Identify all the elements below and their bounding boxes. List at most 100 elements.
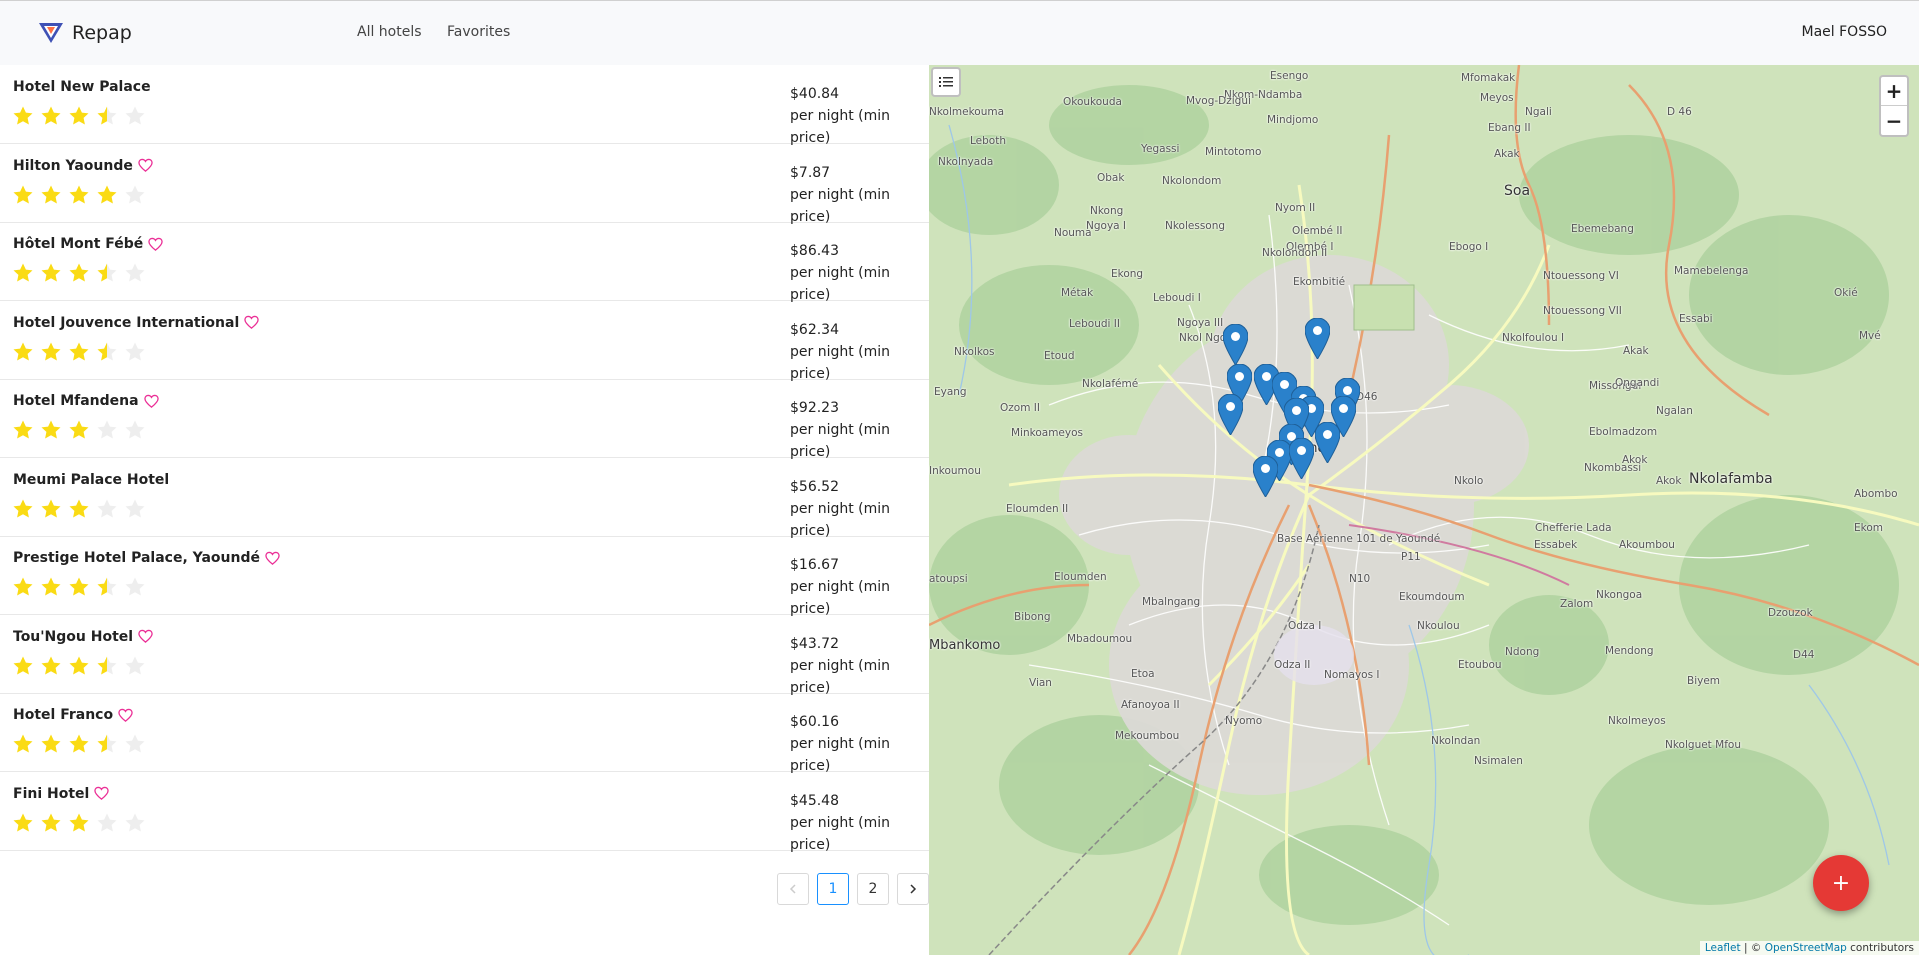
hotel-name[interactable]: Hotel Jouvence International xyxy=(13,315,259,331)
heart-icon[interactable] xyxy=(148,237,164,252)
map-place-label: Nkoulou xyxy=(1417,620,1460,632)
map-marker-icon[interactable] xyxy=(1304,317,1331,360)
star-icon xyxy=(124,498,146,520)
star-icon xyxy=(124,262,146,284)
hotel-row[interactable]: Fini Hotel $45.48 per night (min price) xyxy=(0,772,929,853)
heart-icon[interactable] xyxy=(244,315,259,330)
zoom-in-button[interactable]: + xyxy=(1881,77,1907,106)
hotel-row[interactable]: Hotel Jouvence International $62.34 per ni… xyxy=(0,301,929,382)
zoom-out-button[interactable]: − xyxy=(1881,106,1907,135)
hotel-row[interactable]: Prestige Hotel Palace, Yaoundé $16.67 per … xyxy=(0,536,929,617)
map-place-label: Akoumbou xyxy=(1619,539,1675,551)
hotel-row[interactable]: Hôtel Mont Fébé $86.43 per night (min pric… xyxy=(0,222,929,303)
hotel-name[interactable]: Tou'Ngou Hotel xyxy=(13,629,153,645)
map-place-label: P11 xyxy=(1401,551,1421,563)
hotel-price: $60.16 per night (min price) xyxy=(790,711,929,777)
hotel-name[interactable]: Hotel Mfandena xyxy=(13,393,159,409)
hotel-name[interactable]: Fini Hotel xyxy=(13,786,110,802)
heart-icon[interactable] xyxy=(94,786,110,801)
add-hotel-button[interactable]: + xyxy=(1813,855,1869,911)
pagination-next-button[interactable] xyxy=(897,873,929,905)
hotel-name[interactable]: Hotel Franco xyxy=(13,707,133,723)
map-place-label: Ndong xyxy=(1505,646,1540,658)
star-icon xyxy=(40,341,62,363)
star-icon xyxy=(40,262,62,284)
nav-all-hotels[interactable]: All hotels xyxy=(357,24,422,40)
hotel-name[interactable]: Prestige Hotel Palace, Yaoundé xyxy=(13,550,280,566)
map-marker-icon[interactable] xyxy=(1252,455,1279,498)
hotel-row[interactable]: Hilton Yaounde $7.87 per night (min price) xyxy=(0,144,929,225)
heart-icon[interactable] xyxy=(143,394,159,409)
map-marker-icon[interactable] xyxy=(1288,437,1315,480)
map-place-label: Meyos xyxy=(1480,92,1514,104)
map-place-label: Mbalngang xyxy=(1142,596,1201,608)
price-note: per night (min price) xyxy=(790,186,891,225)
map-place-label: Inkoumou xyxy=(929,465,981,477)
hotel-row[interactable]: Hotel New Palace $40.84 per night (min pri… xyxy=(0,65,929,146)
map-attribution: Leaflet | © OpenStreetMap contributors xyxy=(1699,941,1919,955)
hotel-price: $45.48 per night (min price) xyxy=(790,790,929,856)
star-icon xyxy=(68,733,90,755)
map-place-label: Ebang II xyxy=(1488,122,1531,134)
map-place-label: N10 xyxy=(1349,573,1371,585)
map-place-label: Essabek xyxy=(1534,539,1578,551)
price-value: $86.43 xyxy=(790,243,839,259)
star-icon xyxy=(12,655,34,677)
pagination-page-2[interactable]: 2 xyxy=(857,873,889,905)
star-icon xyxy=(12,419,34,441)
pagination-page-1[interactable]: 1 xyxy=(817,873,849,905)
rating-stars xyxy=(12,498,146,520)
map-place-label: Mindjomo xyxy=(1267,114,1319,126)
hotel-row[interactable]: Hotel Mfandena $92.23 per night (min price… xyxy=(0,379,929,460)
leaflet-link[interactable]: Leaflet xyxy=(1705,942,1741,954)
price-value: $7.87 xyxy=(790,164,831,181)
star-icon xyxy=(124,341,146,363)
map-place-label: Mamebelenga xyxy=(1674,265,1749,277)
hotel-row[interactable]: Tou'Ngou Hotel $43.72 per night (min price… xyxy=(0,615,929,696)
price-note: per night (min price) xyxy=(790,343,891,382)
hotel-name[interactable]: Hôtel Mont Fébé xyxy=(13,236,164,252)
brand[interactable]: Repap xyxy=(38,21,132,45)
map-place-label: Biyem xyxy=(1687,675,1721,687)
map-place-label: Ngoya I xyxy=(1086,220,1127,232)
price-note: per night (min price) xyxy=(790,108,891,146)
rating-stars xyxy=(12,419,146,441)
map-marker-icon[interactable] xyxy=(1222,323,1249,366)
hotel-price: $62.34 per night (min price) xyxy=(790,319,929,385)
star-icon xyxy=(124,105,146,127)
map-place-label: Mvé xyxy=(1859,330,1881,342)
map-place-label: Mfomakak xyxy=(1461,72,1516,84)
hotel-row[interactable]: Hotel Franco $60.16 per night (min price) xyxy=(0,693,929,774)
map-place-label: Ebogo I xyxy=(1449,241,1489,253)
hotel-price: $16.67 per night (min price) xyxy=(790,554,929,620)
heart-icon[interactable] xyxy=(138,158,153,173)
map-marker-icon[interactable] xyxy=(1217,393,1244,436)
map-place-label: Bibong xyxy=(1014,611,1051,623)
map-place-label: Ekoumdoum xyxy=(1399,591,1465,603)
heart-icon[interactable] xyxy=(118,708,133,723)
heart-icon[interactable] xyxy=(265,551,280,566)
map-place-label: Ozom II xyxy=(1000,402,1040,414)
chevron-left-icon xyxy=(789,884,796,894)
hotel-name-text: Prestige Hotel Palace, Yaoundé xyxy=(13,550,261,566)
map-marker-icon[interactable] xyxy=(1314,421,1341,464)
map-place-label: Nkolfoulou I xyxy=(1502,332,1565,344)
hotel-name[interactable]: Hotel New Palace xyxy=(13,79,151,95)
map-place-label: Etoubou xyxy=(1458,659,1502,671)
map-place-label: Nkolondon II xyxy=(1262,247,1328,259)
layers-toggle-button[interactable] xyxy=(931,67,961,97)
pagination-prev-button[interactable] xyxy=(777,873,809,905)
heart-icon[interactable] xyxy=(138,629,153,644)
map-place-label: Leboudi II xyxy=(1069,318,1120,330)
map-place-label: Nkolafamba xyxy=(1689,471,1773,487)
hotel-price: $56.52 per night (min price) xyxy=(790,476,929,542)
nav-favorites[interactable]: Favorites xyxy=(447,24,510,40)
user-name[interactable]: Mael FOSSO xyxy=(1802,24,1887,40)
hotel-name[interactable]: Hilton Yaounde xyxy=(13,158,153,174)
hotel-name[interactable]: Meumi Palace Hotel xyxy=(13,472,169,488)
hotel-row[interactable]: Meumi Palace Hotel $56.52 per night (min p… xyxy=(0,458,929,539)
map[interactable]: Esengo Mfomakak Meyos Nkom-Ndamba Mvog-Dzigu… xyxy=(929,65,1919,955)
hotel-name-text: Hôtel Mont Fébé xyxy=(13,236,144,252)
osm-link[interactable]: OpenStreetMap xyxy=(1765,942,1847,954)
map-place-label: Nkolkos xyxy=(954,346,995,358)
